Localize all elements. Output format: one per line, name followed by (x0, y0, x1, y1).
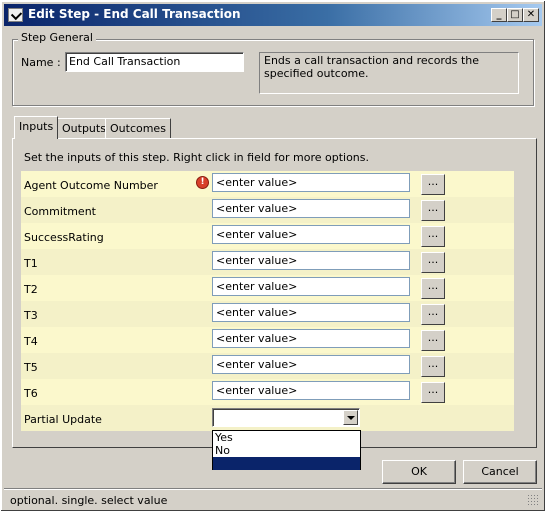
minimize-button[interactable]: _ (491, 8, 507, 22)
input-row-agent-outcome-number: Agent Outcome Number ! <enter value> ... (21, 171, 514, 197)
ellipsis-button[interactable]: ... (421, 382, 445, 403)
input-label: T5 (24, 361, 38, 374)
input-label: T2 (24, 283, 38, 296)
input-row-t5: T5 <enter value> ... (21, 353, 514, 379)
ellipsis-button[interactable]: ... (421, 304, 445, 325)
input-value-field[interactable]: <enter value> (212, 173, 410, 192)
input-label: T3 (24, 309, 38, 322)
input-row-partial-update: Partial Update (21, 405, 514, 431)
maximize-button[interactable]: □ (507, 8, 523, 22)
input-value-field[interactable]: <enter value> (212, 277, 410, 296)
input-label: Commitment (24, 205, 96, 218)
input-row-successrating: SuccessRating <enter value> ... (21, 223, 514, 249)
input-value-field[interactable]: <enter value> (212, 355, 410, 374)
input-value-field[interactable]: <enter value> (212, 225, 410, 244)
input-value-field[interactable]: <enter value> (212, 381, 410, 400)
input-label: Agent Outcome Number (24, 179, 158, 192)
chevron-down-icon[interactable] (343, 410, 358, 425)
input-row-commitment: Commitment <enter value> ... (21, 197, 514, 223)
dropdown-option-yes[interactable]: Yes (213, 431, 360, 444)
tab-outputs[interactable]: Outputs (57, 118, 111, 138)
error-icon: ! (196, 176, 209, 189)
status-text: optional. single. select value (10, 494, 168, 507)
ellipsis-button[interactable]: ... (421, 330, 445, 351)
input-label: Partial Update (24, 413, 102, 426)
input-value-field[interactable]: <enter value> (212, 199, 410, 218)
input-label: T6 (24, 387, 38, 400)
input-value-field[interactable]: <enter value> (212, 303, 410, 322)
close-button[interactable]: ✕ (523, 8, 539, 22)
input-row-t4: T4 <enter value> ... (21, 327, 514, 353)
ellipsis-button[interactable]: ... (421, 226, 445, 247)
name-input[interactable]: End Call Transaction (65, 52, 244, 72)
input-row-t3: T3 <enter value> ... (21, 301, 514, 327)
step-general-legend: Step General (18, 31, 96, 44)
input-label: T1 (24, 257, 38, 270)
input-row-t2: T2 <enter value> ... (21, 275, 514, 301)
edit-step-dialog: Edit Step - End Call Transaction _ □ ✕ S… (0, 0, 546, 512)
input-label: T4 (24, 335, 38, 348)
ellipsis-button[interactable]: ... (421, 356, 445, 377)
partial-update-dropdown-list: Yes No (212, 430, 361, 470)
ellipsis-button[interactable]: ... (421, 174, 445, 195)
ellipsis-button[interactable]: ... (421, 200, 445, 221)
resize-grip-icon[interactable] (527, 494, 538, 505)
step-description: Ends a call transaction and records the … (259, 52, 519, 94)
tab-inputs[interactable]: Inputs (14, 116, 59, 139)
ellipsis-button[interactable]: ... (421, 252, 445, 273)
dropdown-option-no[interactable]: No (213, 444, 360, 457)
dropdown-option-blank[interactable] (213, 457, 360, 470)
ellipsis-button[interactable]: ... (421, 278, 445, 299)
window-title: Edit Step - End Call Transaction (28, 7, 241, 21)
name-label: Name : (21, 56, 61, 69)
input-row-t6: T6 <enter value> ... (21, 379, 514, 405)
input-value-field[interactable]: <enter value> (212, 329, 410, 348)
ok-button[interactable]: OK (382, 460, 456, 484)
partial-update-select[interactable] (212, 408, 360, 427)
input-value-field[interactable]: <enter value> (212, 251, 410, 270)
input-row-t1: T1 <enter value> ... (21, 249, 514, 275)
status-bar: optional. single. select value (4, 488, 542, 509)
checkmark-icon (8, 8, 23, 22)
inputs-instructions: Set the inputs of this step. Right click… (24, 151, 370, 164)
input-label: SuccessRating (24, 231, 104, 244)
tab-outcomes[interactable]: Outcomes (105, 118, 171, 138)
title-bar[interactable]: Edit Step - End Call Transaction _ □ ✕ (4, 4, 542, 26)
cancel-button[interactable]: Cancel (463, 460, 537, 484)
